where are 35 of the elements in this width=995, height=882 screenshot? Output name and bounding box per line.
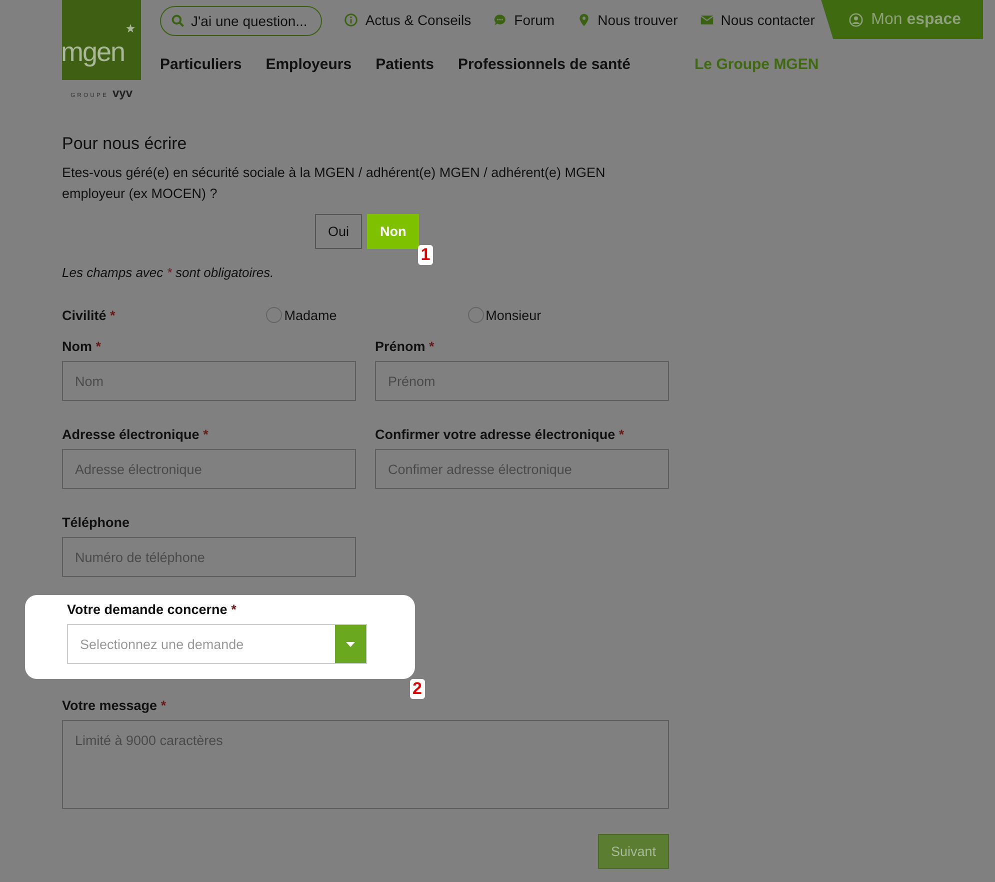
field-label: Votre demande concerne * [67,602,238,617]
header-link[interactable]: Forum [493,12,555,28]
logo[interactable]: mgen [62,0,141,80]
search-icon [171,14,185,28]
field-label: Civilité * [62,308,116,322]
step-number: 2 [410,679,425,699]
required-note: Les champs avec * sont obligatoires. [62,265,275,280]
field-label: Nom * [62,339,102,354]
field-label: Prénom * [375,339,436,354]
nav-link[interactable]: Patients [376,56,434,73]
header-link[interactable]: Nous contacter [700,12,815,28]
field-label: Téléphone [62,515,131,530]
location-pin-icon [576,12,591,26]
radio-option[interactable]: Madame [266,307,468,323]
header-link[interactable]: Actus & Conseils [344,12,472,28]
nav-link[interactable]: Employeurs [266,56,352,73]
search-button[interactable]: J'ai une question... [160,6,322,36]
toggle-option[interactable]: Oui [315,214,362,249]
radio-option[interactable]: Monsieur [468,307,669,323]
caret-icon [346,642,355,646]
header-link[interactable]: Nous trouver [576,12,678,28]
field-label: Adresse électronique * [62,427,210,442]
nav-link[interactable]: Particuliers [160,56,242,73]
field-label: Confirmer votre adresse électronique * [375,427,626,442]
step-number: 1 [418,245,434,265]
envelope-icon [700,12,714,26]
brand-name: vyv [112,86,133,100]
question-text: Etes-vous géré(e) en sécurité sociale à la MGEN / adhérent(e) MGEN / adhérent(e) MGEN employeur (ex MOCEN) ? [62,164,606,203]
form-title: Pour nous écrire [62,134,188,154]
info-icon [344,12,358,26]
user-icon [849,12,864,26]
field-label: Votre message * [62,698,168,713]
nav-link[interactable]: Professionnels de santé [458,56,631,73]
chat-icon [493,12,508,26]
select-field[interactable]: Selectionnez une demande [67,624,367,664]
